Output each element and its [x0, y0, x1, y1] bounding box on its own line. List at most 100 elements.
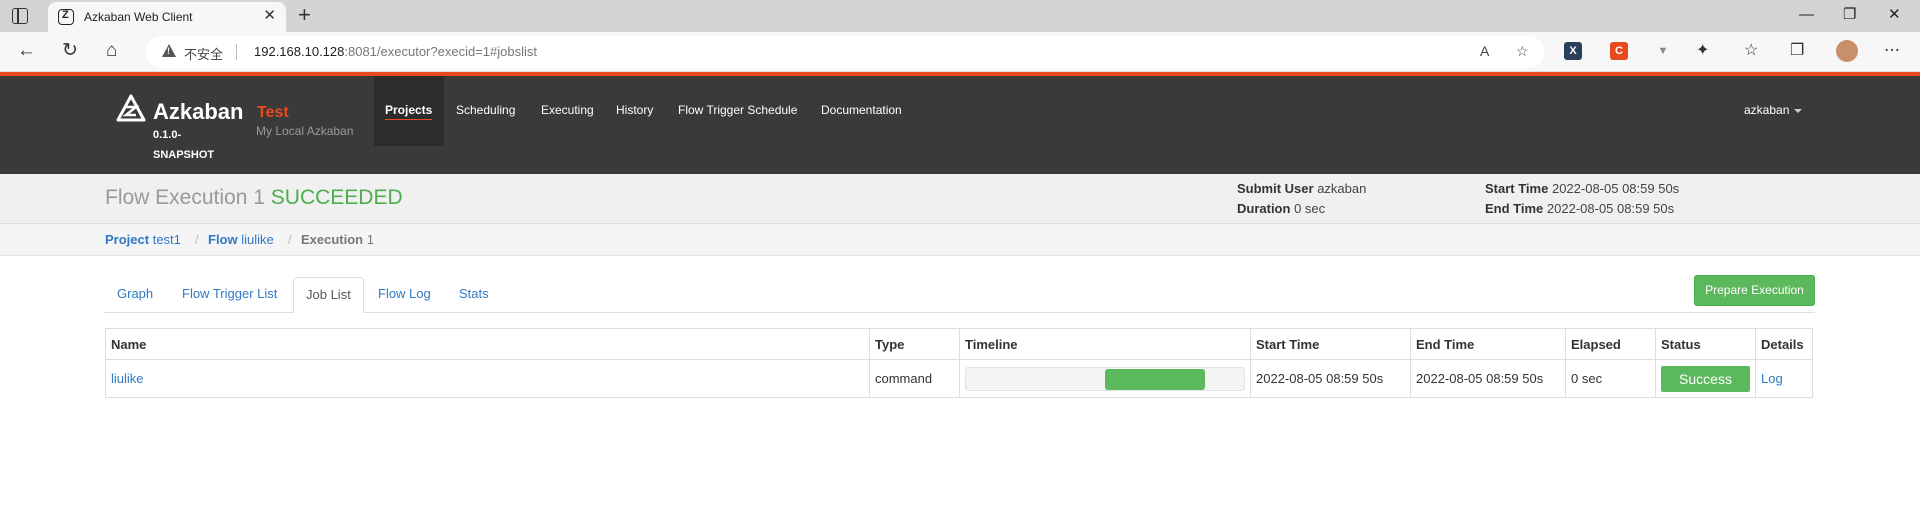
tab-close-icon[interactable]: ✕: [263, 7, 276, 25]
address-bar[interactable]: 不安全 192.168.10.128:8081/executor?execid=…: [146, 36, 1544, 68]
url-path: :8081/executor?execid=1#jobslist: [344, 44, 537, 59]
tab-flow-log[interactable]: Flow Log: [366, 277, 443, 313]
restore-button[interactable]: ❐: [1843, 6, 1856, 24]
log-link[interactable]: Log: [1761, 371, 1783, 386]
profile-avatar[interactable]: [1836, 40, 1858, 62]
environment-name: Test: [257, 104, 289, 121]
breadcrumb-separator: /: [288, 232, 292, 247]
submit-user-info: Submit User azkaban: [1237, 181, 1366, 196]
extensions-puzzle-icon[interactable]: ✦: [1696, 41, 1709, 61]
home-icon[interactable]: ⌂: [106, 40, 117, 62]
warning-icon: [162, 44, 176, 57]
close-window-button[interactable]: ✕: [1888, 6, 1901, 24]
tab-graph[interactable]: Graph: [105, 277, 165, 313]
column-header-type: Type: [869, 328, 960, 360]
end-time-info: End Time 2022-08-05 08:59 50s: [1485, 201, 1674, 216]
breadcrumb: Project test1 / Flow liulike / Execution…: [0, 224, 1920, 256]
tab-job-list[interactable]: Job List: [293, 277, 364, 313]
job-elapsed-cell: 0 sec: [1565, 359, 1656, 398]
user-name: azkaban: [1744, 103, 1790, 117]
execution-header: Flow Execution 1 SUCCEEDED Submit User a…: [0, 174, 1920, 224]
job-type-cell: command: [869, 359, 960, 398]
tab-flow-trigger-list[interactable]: Flow Trigger List: [170, 277, 289, 313]
breadcrumb-project[interactable]: Project test1: [105, 232, 181, 247]
job-end-time-cell: 2022-08-05 08:59 50s: [1410, 359, 1566, 398]
c-extension-icon[interactable]: C: [1610, 42, 1628, 60]
environment-description: My Local Azkaban: [256, 124, 354, 138]
url-text[interactable]: 192.168.10.128:8081/executor?execid=1#jo…: [254, 44, 537, 59]
page-title: Flow Execution 1 SUCCEEDED: [105, 186, 403, 210]
job-list-table: Name Type Timeline Start Time End Time E…: [105, 328, 1813, 398]
brand-version: 0.1.0-SNAPSHOT: [153, 129, 215, 161]
address-separator: [236, 44, 237, 60]
nav-scheduling[interactable]: Scheduling: [456, 103, 515, 117]
breadcrumb-project-name: test1: [152, 232, 181, 247]
prepare-execution-button[interactable]: Prepare Execution: [1694, 275, 1815, 306]
minimize-button[interactable]: —: [1799, 6, 1814, 24]
nav-executing[interactable]: Executing: [541, 103, 594, 117]
tab-title: Azkaban Web Client: [84, 10, 193, 24]
user-menu[interactable]: azkaban: [1744, 103, 1803, 117]
column-header-status: Status: [1655, 328, 1756, 360]
job-name-link[interactable]: liulike: [111, 371, 144, 386]
start-time-value: 2022-08-05 08:59 50s: [1551, 181, 1680, 196]
job-start-time-cell: 2022-08-05 08:59 50s: [1250, 359, 1411, 398]
job-status-cell: Success: [1655, 359, 1756, 398]
column-header-start-time: Start Time: [1250, 328, 1411, 360]
job-timeline-cell: [959, 359, 1251, 398]
end-time-label: End Time: [1485, 201, 1544, 216]
tab-stats[interactable]: Stats: [447, 277, 501, 313]
more-menu-icon[interactable]: ⋯: [1884, 41, 1900, 61]
x-extension-icon[interactable]: X: [1564, 42, 1582, 60]
browser-tabstrip: Azkaban Web Client ✕ + — ❐ ✕: [0, 0, 1920, 32]
nav-documentation[interactable]: Documentation: [821, 103, 902, 117]
brand-name[interactable]: Azkaban: [153, 99, 243, 125]
table-header-row: Name Type Timeline Start Time End Time E…: [105, 328, 1813, 360]
start-time-label: Start Time: [1485, 181, 1549, 196]
timeline-track: [965, 366, 1245, 391]
breadcrumb-project-label: Project: [105, 232, 150, 247]
column-header-end-time: End Time: [1410, 328, 1566, 360]
nav-flow-trigger-schedule[interactable]: Flow Trigger Schedule: [678, 103, 797, 117]
breadcrumb-flow-name: liulike: [241, 232, 274, 247]
execution-status: SUCCEEDED: [270, 186, 403, 209]
breadcrumb-separator: /: [195, 232, 199, 247]
column-header-timeline: Timeline: [959, 328, 1251, 360]
end-time-value: 2022-08-05 08:59 50s: [1546, 201, 1675, 216]
back-icon[interactable]: ←: [17, 40, 36, 62]
duration-value: 0 sec: [1294, 201, 1326, 216]
add-favorite-icon[interactable]: ☆: [1516, 43, 1529, 60]
not-secure-label[interactable]: 不安全: [184, 44, 223, 63]
chevron-down-icon: [1794, 108, 1803, 113]
breadcrumb-execution-id: 1: [366, 232, 374, 247]
v-extension-icon[interactable]: ▼: [1654, 42, 1672, 60]
browser-toolbar: ← ↻ ⌂ 不安全 192.168.10.128:8081/executor?e…: [0, 32, 1920, 72]
duration-label: Duration: [1237, 201, 1291, 216]
azkaban-favicon-icon: [58, 9, 74, 25]
nav-projects[interactable]: Projects: [385, 103, 433, 120]
refresh-icon[interactable]: ↻: [62, 40, 78, 62]
status-badge: Success: [1661, 365, 1750, 392]
timeline-bar: [1105, 368, 1206, 390]
breadcrumb-flow[interactable]: Flow liulike: [208, 232, 274, 247]
job-name-cell: liulike: [105, 359, 870, 398]
duration-info: Duration 0 sec: [1237, 201, 1325, 216]
breadcrumb-execution-label: Execution: [301, 232, 364, 247]
browser-tab[interactable]: Azkaban Web Client ✕: [48, 2, 286, 32]
azkaban-navbar: Azkaban 0.1.0-SNAPSHOT Test My Local Azk…: [0, 76, 1920, 174]
url-host: 192.168.10.128: [254, 44, 345, 59]
new-tab-button[interactable]: +: [298, 2, 311, 28]
table-row: liulike command 2022-08-05 08:59 50s 202…: [105, 359, 1813, 398]
tab-actions-icon[interactable]: [12, 8, 28, 24]
column-header-elapsed: Elapsed: [1565, 328, 1656, 360]
collections-icon[interactable]: ❐: [1790, 41, 1804, 61]
nav-history[interactable]: History: [616, 103, 653, 117]
title-prefix: Flow Execution 1: [105, 186, 265, 209]
start-time-info: Start Time 2022-08-05 08:59 50s: [1485, 181, 1679, 196]
read-aloud-icon[interactable]: A: [1480, 43, 1489, 59]
submit-user-value: azkaban: [1317, 181, 1367, 196]
column-header-details: Details: [1755, 328, 1813, 360]
azkaban-logo-icon[interactable]: [116, 94, 146, 122]
favorites-icon[interactable]: ☆: [1744, 41, 1758, 61]
job-details-cell: Log: [1755, 359, 1813, 398]
